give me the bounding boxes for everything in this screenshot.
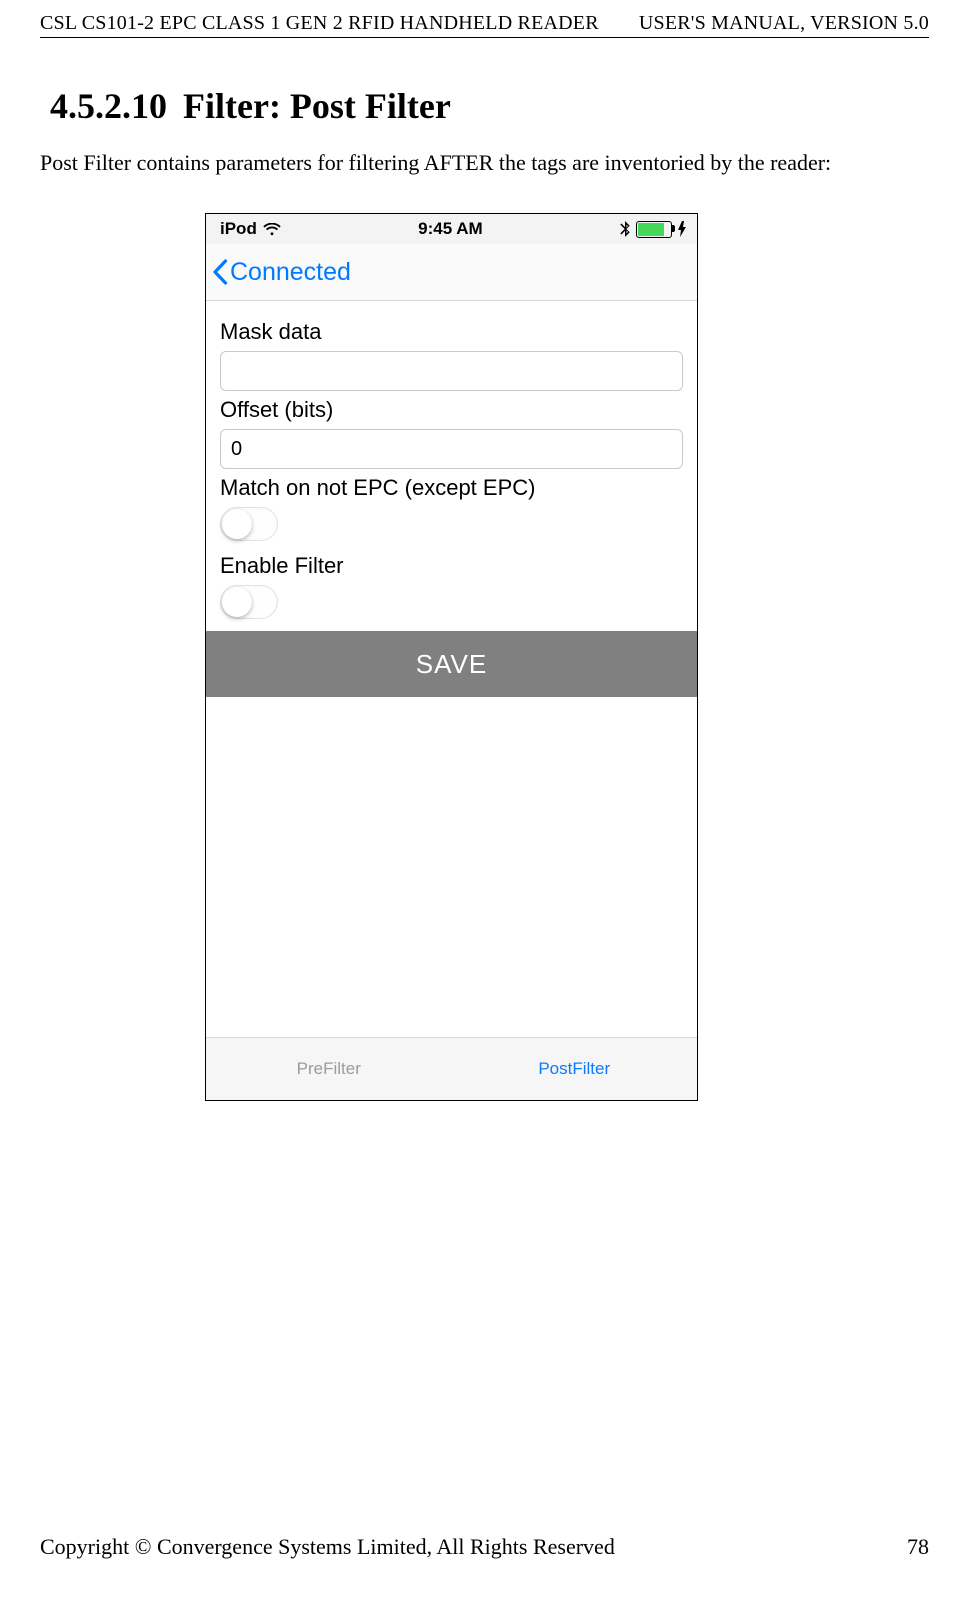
bottom-tab-bar: PreFilter PostFilter: [206, 1037, 697, 1100]
charging-icon: [678, 221, 687, 237]
save-button-label: SAVE: [416, 649, 487, 680]
bluetooth-icon: [620, 221, 630, 237]
footer-copyright: Copyright © Convergence Systems Limited,…: [40, 1534, 615, 1560]
mask-data-input[interactable]: [220, 351, 683, 391]
back-button-label: Connected: [230, 258, 351, 287]
section-heading: 4.5.2.10 Filter: Post Filter: [50, 85, 451, 127]
embedded-screenshot: iPod 9:45 AM: [205, 213, 698, 1101]
nav-bar: Connected: [206, 244, 697, 301]
enable-filter-label: Enable Filter: [220, 553, 683, 579]
device-frame: iPod 9:45 AM: [206, 214, 697, 1100]
tab-postfilter[interactable]: PostFilter: [452, 1038, 698, 1100]
toggle-knob: [222, 587, 252, 617]
form-area: Mask data Offset (bits) Match on not EPC…: [206, 301, 697, 1037]
tab-prefilter[interactable]: PreFilter: [206, 1038, 452, 1100]
match-not-epc-toggle[interactable]: [220, 507, 278, 541]
save-button[interactable]: SAVE: [206, 631, 697, 697]
blank-area: [220, 697, 683, 1037]
match-not-epc-label: Match on not EPC (except EPC): [220, 475, 683, 501]
status-bar: iPod 9:45 AM: [206, 214, 697, 244]
status-time: 9:45 AM: [418, 219, 483, 239]
page-footer: Copyright © Convergence Systems Limited,…: [40, 1534, 929, 1560]
status-bar-right: [620, 221, 687, 238]
header-left: CSL CS101-2 EPC CLASS 1 GEN 2 RFID HANDH…: [40, 12, 599, 35]
page-header: CSL CS101-2 EPC CLASS 1 GEN 2 RFID HANDH…: [40, 12, 929, 38]
footer-page-number: 78: [907, 1534, 929, 1560]
offset-label: Offset (bits): [220, 397, 683, 423]
battery-fill: [638, 223, 664, 236]
toggle-knob: [222, 509, 252, 539]
section-title: Filter: Post Filter: [183, 86, 451, 126]
tab-postfilter-label: PostFilter: [538, 1059, 610, 1079]
device-name-label: iPod: [220, 219, 257, 239]
section-number: 4.5.2.10: [50, 86, 167, 126]
battery-icon: [636, 221, 672, 238]
status-bar-left: iPod: [220, 219, 281, 239]
wifi-icon: [263, 223, 281, 236]
intro-paragraph: Post Filter contains parameters for filt…: [40, 150, 929, 176]
offset-input[interactable]: [220, 429, 683, 469]
mask-data-label: Mask data: [220, 319, 683, 345]
chevron-left-icon: [212, 259, 228, 285]
enable-filter-toggle[interactable]: [220, 585, 278, 619]
header-right: USER'S MANUAL, VERSION 5.0: [639, 12, 929, 35]
tab-prefilter-label: PreFilter: [297, 1059, 361, 1079]
back-button[interactable]: Connected: [212, 258, 351, 287]
